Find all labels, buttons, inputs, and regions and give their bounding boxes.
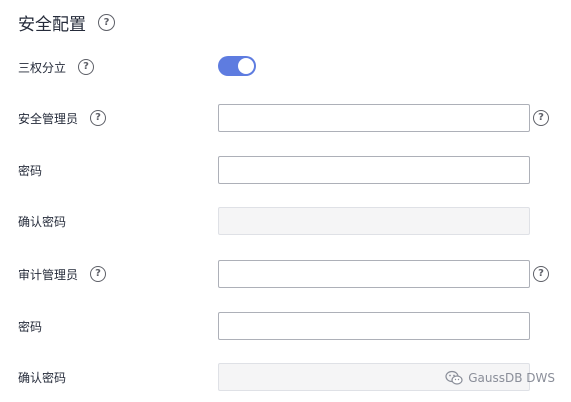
security-admin-password-label: 密码: [18, 163, 43, 178]
audit-admin-confirm-label: 确认密码: [18, 370, 67, 385]
separation-label-wrap: 三权分立 ?: [18, 52, 95, 82]
security-admin-label-wrap: 安全管理员 ?: [18, 103, 107, 133]
security-admin-input[interactable]: [218, 104, 530, 132]
watermark-text: GaussDB DWS: [468, 371, 555, 385]
toggle-knob: [238, 58, 254, 74]
security-admin-password-input[interactable]: [218, 156, 530, 184]
help-icon[interactable]: ?: [78, 59, 95, 75]
security-admin-confirm-input[interactable]: [218, 207, 530, 235]
wechat-logo-icon: [445, 370, 463, 385]
help-icon[interactable]: ?: [90, 110, 107, 126]
help-icon[interactable]: ?: [533, 266, 549, 282]
security-admin-label: 安全管理员: [18, 111, 79, 126]
audit-admin-password-label: 密码: [18, 319, 43, 334]
security-admin-password-row: 密码: [0, 155, 571, 185]
separation-row: 三权分立 ?: [0, 52, 571, 82]
section-title: 安全配置: [18, 15, 86, 35]
audit-admin-label: 审计管理员: [18, 267, 79, 282]
security-admin-confirm-label: 确认密码: [18, 214, 67, 229]
section-header: 安全配置 ?: [18, 10, 115, 35]
audit-admin-input[interactable]: [218, 260, 530, 288]
audit-admin-password-row: 密码: [0, 311, 571, 341]
audit-admin-row: 审计管理员 ? ?: [0, 259, 571, 289]
help-icon[interactable]: ?: [98, 14, 115, 31]
security-admin-row: 安全管理员 ? ?: [0, 103, 571, 133]
security-admin-confirm-row: 确认密码: [0, 206, 571, 236]
help-icon[interactable]: ?: [533, 110, 549, 126]
audit-admin-label-wrap: 审计管理员 ?: [18, 259, 107, 289]
separation-toggle[interactable]: [218, 56, 256, 76]
audit-admin-password-input[interactable]: [218, 312, 530, 340]
security-config-panel: 安全配置 ? 三权分立 ? 安全管理员 ? ? 密码 确认密码 审计管理员 ?: [0, 0, 571, 402]
separation-label: 三权分立: [18, 60, 67, 75]
help-icon[interactable]: ?: [90, 266, 107, 282]
watermark: GaussDB DWS: [445, 370, 555, 386]
